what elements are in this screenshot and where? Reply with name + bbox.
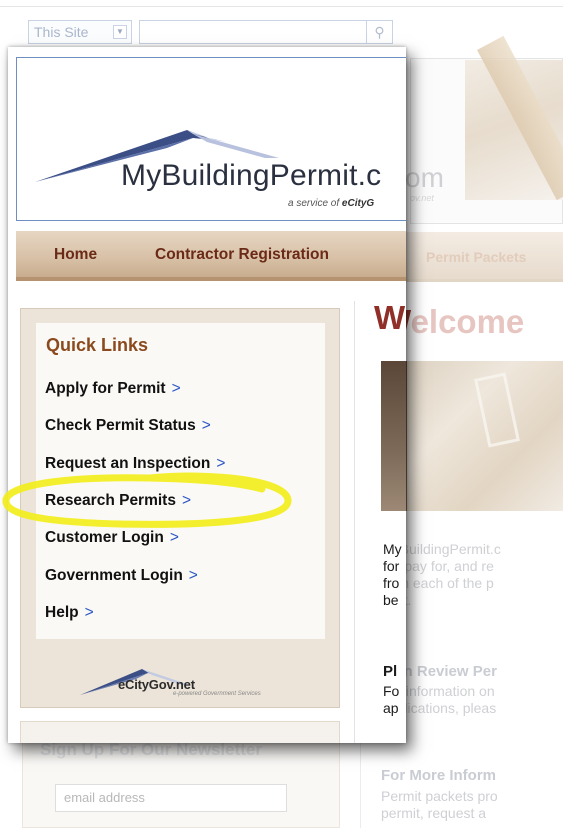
search-scope-select[interactable]: This Site ▼ [28,20,132,44]
logo-brand-overflow: om [405,162,444,193]
intro-fragment: fro [383,575,400,591]
nav-overflow: Permit Packets [404,232,563,282]
column-divider [354,301,355,743]
plan-review-line: applications, pleas [381,700,497,716]
newsletter-title: Sign Up For Our Newsletter [40,740,262,759]
site-logo[interactable]: MyBuildingPermit.c a service of eCityG [16,57,406,221]
chevron-right-icon: > [169,529,179,546]
plan-review-fragment: ap [383,700,399,716]
chevron-right-icon: > [188,567,198,584]
plan-review-fragment: Fo [383,683,400,699]
welcome-heading-rest: elcome [410,303,525,340]
quick-link-check-permit-status[interactable]: Check Permit Status > [45,417,211,435]
newsletter-box-top [20,721,340,743]
chevron-right-icon: > [84,604,94,621]
chevron-right-icon: > [216,455,226,472]
quick-link-customer-login[interactable]: Customer Login > [45,529,179,547]
quick-link-research-permits[interactable]: Research Permits > [45,492,191,510]
chevron-down-icon[interactable]: ▼ [113,25,127,39]
quick-links-card [36,323,325,639]
quick-link-apply-for-permit[interactable]: Apply for Permit > [45,380,181,398]
nav-item-home[interactable]: Home [54,246,97,264]
intro-line: from each of the p [381,575,494,591]
cropped-window: MyBuildingPermit.c a service of eCityG H… [8,47,406,743]
chevron-right-icon: > [201,417,211,434]
chevron-right-icon: > [181,492,192,509]
quick-link-government-login[interactable]: Government Login > [45,567,198,585]
logo-brand: MyBuildingPermit.c [121,159,382,192]
site-search-input[interactable]: ⚲ [139,20,393,44]
intro-line: MyBuildingPermit.c [381,541,501,557]
welcome-photo [381,361,563,511]
main-nav: Home Contractor Registration [16,231,406,281]
header-photo [465,35,563,201]
nav-item-contractor-registration[interactable]: Contractor Registration [155,246,329,264]
more-info-heading: For More Inform [381,767,496,784]
quick-link-help[interactable]: Help > [45,604,94,622]
search-scope-value: This Site [34,24,89,40]
intro-fragment: My [383,541,402,557]
top-divider [0,6,563,7]
intro-fragment: for [383,558,400,574]
plan-review-fragment: Pl [383,663,398,680]
more-info-line: Permit packets pro [381,788,498,804]
more-info-line: permit, request a [381,805,487,821]
intro-line: for, pay for, and re [381,558,494,574]
chevron-right-icon: > [171,380,181,397]
newsletter-email-input[interactable]: email address [55,784,287,812]
welcome-photo-edge [381,361,406,511]
intro-fragment: be [383,592,399,608]
quick-link-request-an-inspection[interactable]: Request an Inspection > [45,455,225,473]
welcome-heading-initial: W [374,299,406,336]
plan-review-heading: Plan Review Per [381,663,497,680]
quick-links-title: Quick Links [46,335,149,355]
logo-tagline-overflow: ov.net [410,193,434,203]
magnifier-icon[interactable]: ⚲ [366,21,392,43]
ecitygov-tagline: e-powered Government Services [173,691,261,697]
logo-tagline: a service of eCityG [288,198,375,209]
plan-review-line: For information on [381,683,495,699]
ecitygov-name[interactable]: eCityGov.net [118,677,195,692]
intro-line: best. [381,592,563,609]
nav-item-permit-packets[interactable]: Permit Packets [426,249,526,265]
